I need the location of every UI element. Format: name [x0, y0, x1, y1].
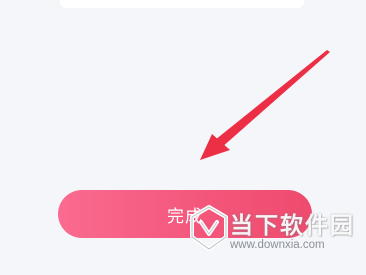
- screen: 完成 当下软件园 www.downxia.com: [0, 0, 366, 275]
- done-button-label: 完成: [167, 206, 203, 227]
- done-button[interactable]: 完成: [58, 190, 312, 238]
